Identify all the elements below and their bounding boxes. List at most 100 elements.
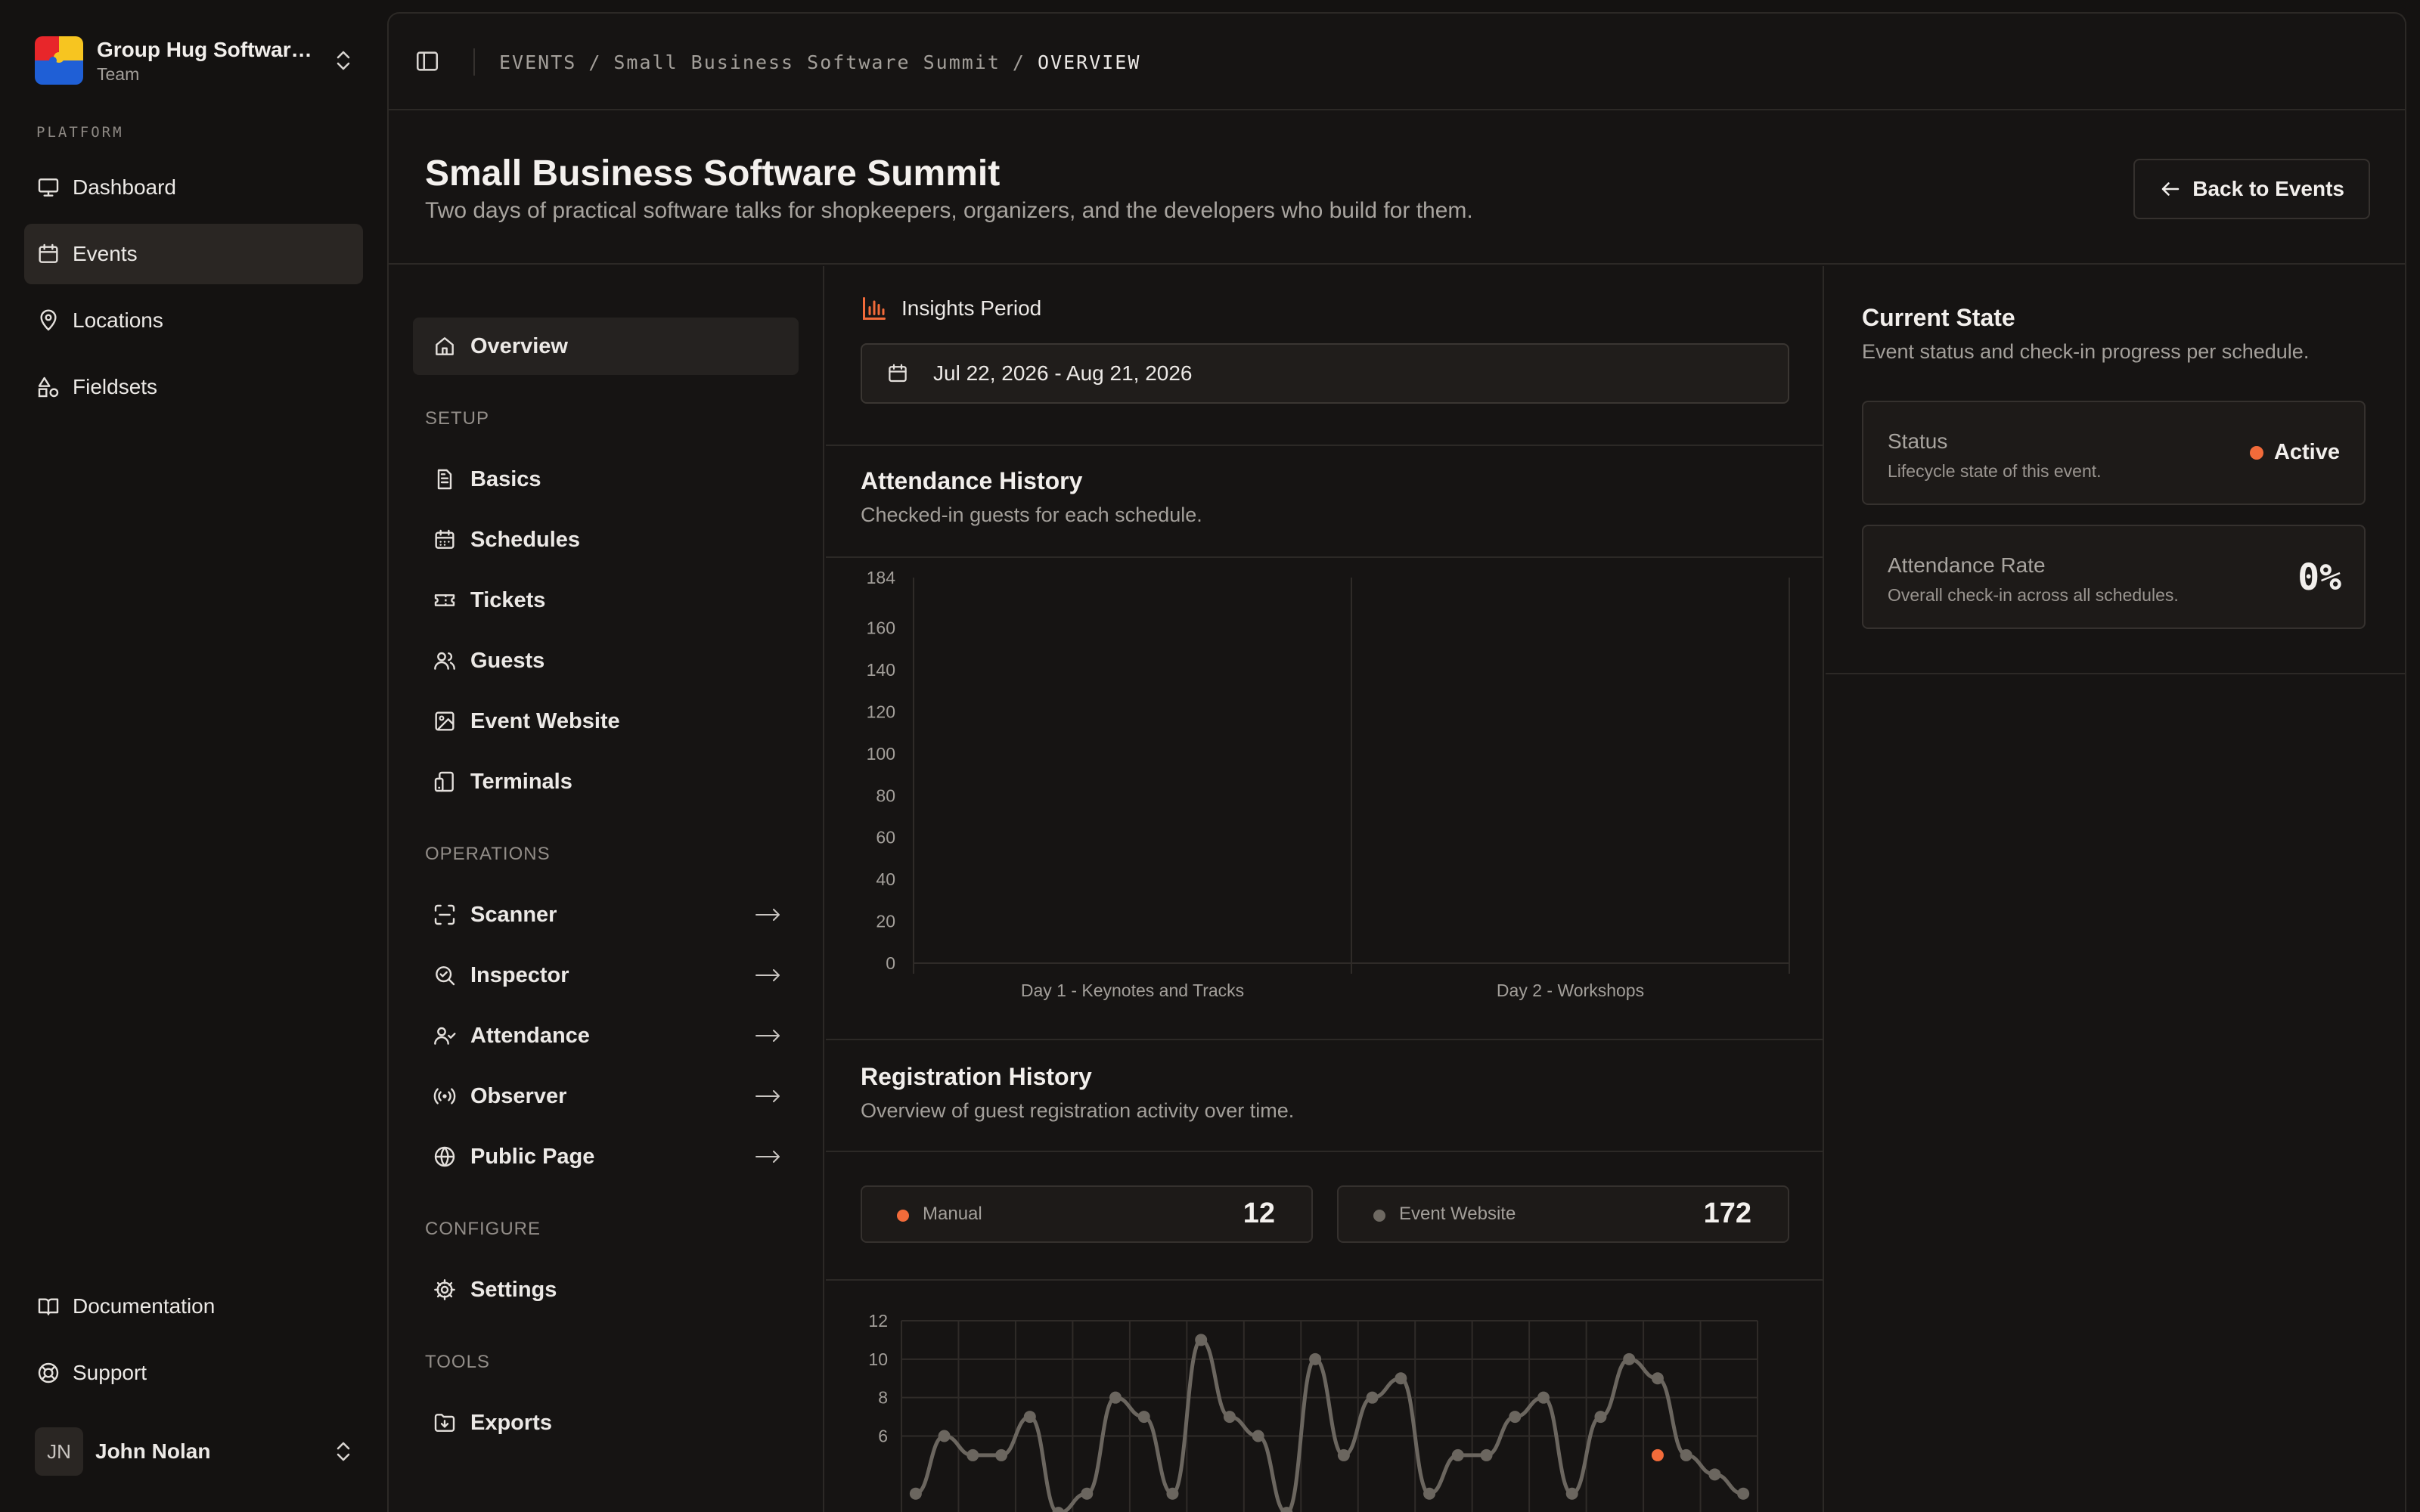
nav-fieldsets[interactable]: Fieldsets <box>24 357 363 417</box>
tab-scanner[interactable]: Scanner <box>413 886 799 943</box>
registration-point[interactable] <box>1395 1372 1407 1385</box>
current-state-title: Current State <box>1862 304 2015 331</box>
calendar-days-icon <box>435 529 455 549</box>
breadcrumb-separator: / <box>1012 51 1025 73</box>
manual-series-dot <box>897 1210 909 1222</box>
registration-point[interactable] <box>1623 1352 1636 1365</box>
registration-point[interactable] <box>1509 1411 1522 1424</box>
operations-section-label: OPERATIONS <box>425 844 551 864</box>
tab-overview[interactable]: Overview <box>413 318 799 375</box>
back-button-label: Back to Events <box>2192 177 2344 200</box>
radio-icon <box>433 1088 456 1105</box>
status-card: Status Lifecycle state of this event. Ac… <box>1862 401 2366 505</box>
tab-basics[interactable]: Basics <box>413 451 799 508</box>
tab-settings[interactable]: Settings <box>413 1261 799 1318</box>
registration-point[interactable] <box>1708 1468 1721 1481</box>
team-type: Team <box>97 64 140 84</box>
registration-point[interactable] <box>1195 1334 1208 1346</box>
registration-point[interactable] <box>995 1448 1008 1461</box>
nav-documentation[interactable]: Documentation <box>24 1276 363 1337</box>
manual-registrations-stat[interactable]: Manual 12 <box>861 1185 1313 1243</box>
main-panel: EVENTS / Small Business Software Summit … <box>387 12 2406 1512</box>
y-tick-label: 8 <box>878 1388 888 1408</box>
search-check-icon <box>436 966 455 986</box>
registration-point[interactable] <box>1109 1391 1122 1404</box>
nav-dashboard[interactable]: Dashboard <box>24 157 363 218</box>
registration-point[interactable] <box>1166 1487 1179 1500</box>
registration-point[interactable] <box>1680 1448 1692 1461</box>
team-name: Group Hug Software... <box>97 38 316 61</box>
breadcrumb-event[interactable]: Small Business Software Summit <box>613 51 1001 73</box>
website-count: 172 <box>1703 1198 1751 1229</box>
registration-point[interactable] <box>1252 1430 1264 1442</box>
tab-terminals[interactable]: Terminals <box>413 753 799 810</box>
arrow-right-icon <box>755 1151 780 1163</box>
registration-point[interactable] <box>1423 1487 1436 1500</box>
registration-point[interactable] <box>1651 1448 1664 1461</box>
date-range-picker[interactable]: Jul 22, 2026 - Aug 21, 2026 <box>861 343 1789 404</box>
registration-point[interactable] <box>938 1430 951 1442</box>
registration-point[interactable] <box>1737 1487 1750 1500</box>
registration-history-title: Registration History <box>861 1063 1092 1090</box>
life-buoy-icon <box>38 1362 59 1383</box>
tablet-smartphone-icon <box>434 771 454 792</box>
tab-schedules[interactable]: Schedules <box>413 511 799 569</box>
y-tick-label: 140 <box>867 660 895 680</box>
tab-tickets[interactable]: Tickets <box>413 572 799 629</box>
registration-point[interactable] <box>1337 1448 1350 1461</box>
page-title: Small Business Software Summit <box>425 153 1001 194</box>
registration-point[interactable] <box>1223 1411 1236 1424</box>
tab-settings-label: Settings <box>470 1277 557 1302</box>
breadcrumb-separator: / <box>588 51 602 73</box>
sidebar-toggle-icon[interactable] <box>414 48 440 74</box>
x-tick-label: Day 2 - Workshops <box>1497 981 1644 1000</box>
tab-exports-label: Exports <box>470 1410 552 1435</box>
registration-point[interactable] <box>966 1448 979 1461</box>
registration-point[interactable] <box>1081 1487 1094 1500</box>
page-subtitle: Two days of practical software talks for… <box>425 198 1473 223</box>
registration-point[interactable] <box>1480 1448 1493 1461</box>
tab-observer[interactable]: Observer <box>413 1067 799 1125</box>
registration-point[interactable] <box>1451 1448 1464 1461</box>
y-tick-label: 0 <box>886 953 895 973</box>
tab-public-page[interactable]: Public Page <box>413 1128 799 1185</box>
manual-label: Manual <box>923 1204 982 1224</box>
registration-point[interactable] <box>1309 1352 1322 1365</box>
registration-point[interactable] <box>1594 1411 1607 1424</box>
tab-attendance-label: Attendance <box>470 1023 590 1048</box>
tab-attendance[interactable]: Attendance <box>413 1007 799 1064</box>
y-tick-label: 40 <box>876 869 895 889</box>
y-tick-label: 100 <box>867 744 895 764</box>
breadcrumb-current: OVERVIEW <box>1037 51 1141 73</box>
scan-icon <box>434 904 455 925</box>
insights-period-label: Insights Period <box>861 295 1041 322</box>
registration-point[interactable] <box>1023 1411 1036 1424</box>
registration-point[interactable] <box>909 1487 922 1500</box>
nav-locations-label: Locations <box>73 308 163 332</box>
tab-exports[interactable]: Exports <box>413 1394 799 1452</box>
registration-point[interactable] <box>1565 1487 1578 1500</box>
tab-inspector[interactable]: Inspector <box>413 947 799 1004</box>
registration-point[interactable] <box>1651 1372 1664 1385</box>
section-divider <box>826 1039 1823 1040</box>
tab-public-page-label: Public Page <box>470 1144 595 1169</box>
team-switcher[interactable]: Group Hug Software... Team <box>35 32 352 89</box>
back-to-events-button[interactable]: Back to Events <box>2133 159 2370 219</box>
nav-support[interactable]: Support <box>24 1343 363 1403</box>
map-pin-icon <box>40 309 57 331</box>
calendar-icon <box>889 364 907 383</box>
attendance-rate-title: Attendance Rate <box>1888 553 2046 577</box>
tab-schedules-label: Schedules <box>470 527 581 552</box>
attendance-rate-card: Attendance Rate Overall check-in across … <box>1862 525 2366 629</box>
nav-events[interactable]: Events <box>24 224 363 284</box>
website-registrations-stat[interactable]: Event Website 172 <box>1337 1185 1789 1243</box>
tab-guests[interactable]: Guests <box>413 632 799 689</box>
registration-point[interactable] <box>1537 1391 1550 1404</box>
tab-event-website[interactable]: Event Website <box>413 692 799 750</box>
nav-locations[interactable]: Locations <box>24 290 363 351</box>
attendance-rate-description: Overall check-in across all schedules. <box>1888 585 2179 605</box>
breadcrumb-events[interactable]: EVENTS <box>499 51 576 73</box>
user-menu[interactable]: JN John Nolan <box>35 1427 352 1476</box>
registration-point[interactable] <box>1137 1411 1150 1424</box>
registration-point[interactable] <box>1366 1391 1379 1404</box>
